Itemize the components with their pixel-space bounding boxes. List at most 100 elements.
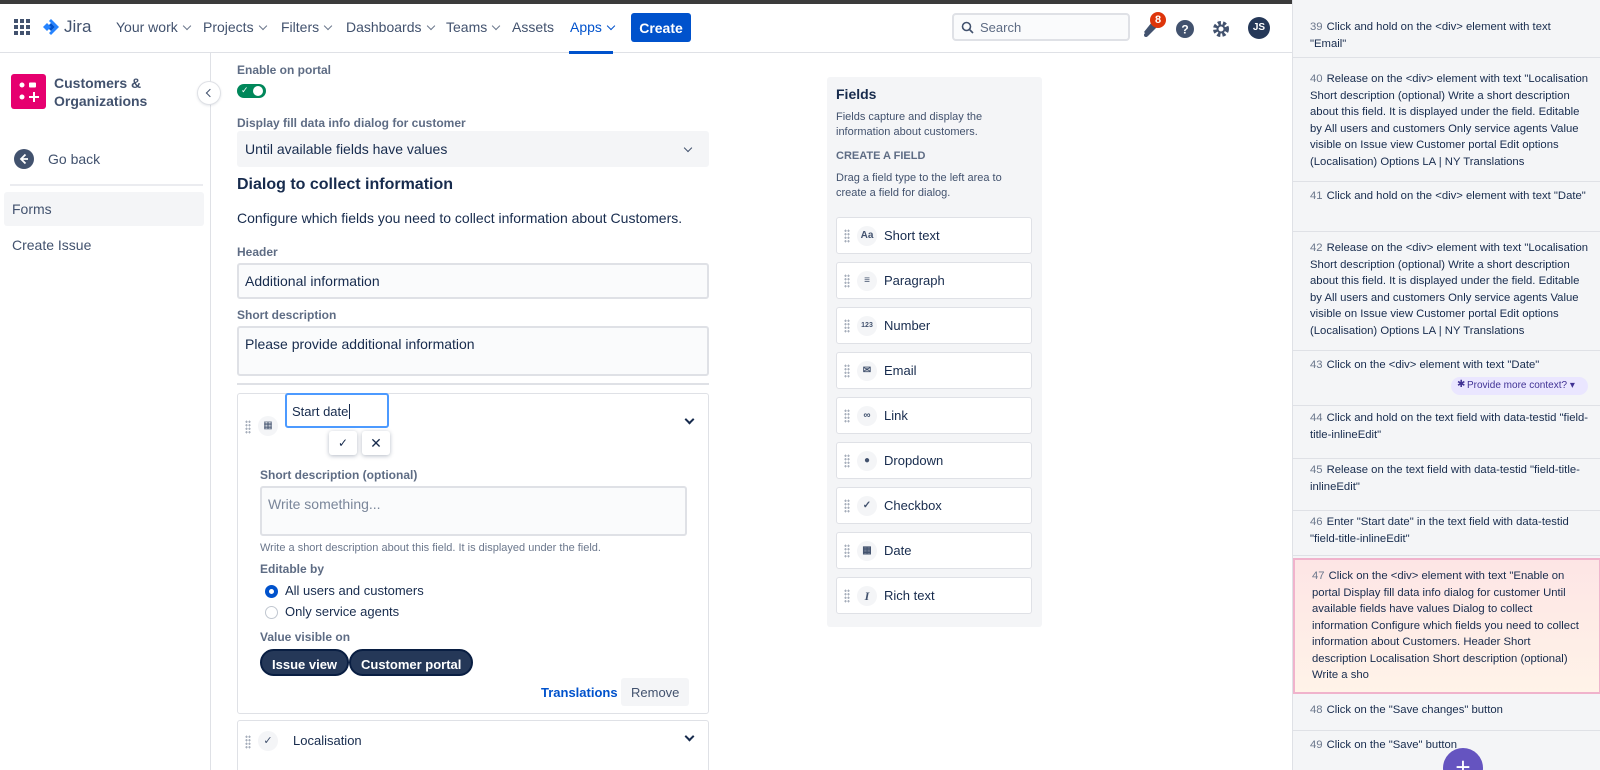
sidebar-item-create-issue[interactable]: Create Issue xyxy=(4,228,204,262)
project-sidebar: Customers & Organizations Go back Forms … xyxy=(0,53,211,770)
settings-gear-icon[interactable] xyxy=(1210,18,1232,40)
field-short-desc-input[interactable]: Write something... xyxy=(260,486,687,536)
card-title: Localisation xyxy=(293,733,362,748)
create-field-description: Drag a field type to the left area to cr… xyxy=(836,172,1002,199)
enable-portal-toggle[interactable]: ✓ xyxy=(237,84,266,98)
field-type-rich-text[interactable]: I Rich text xyxy=(836,577,1032,614)
divider xyxy=(237,383,709,385)
short-description-input[interactable]: Please provide additional information xyxy=(237,326,709,376)
confirm-check-button[interactable]: ✓ xyxy=(329,431,357,455)
step-number: 42 xyxy=(1310,242,1323,254)
step-item-active[interactable]: 47 Click on the <div> element with text "… xyxy=(1293,558,1600,694)
chevron-down-icon[interactable] xyxy=(684,414,695,425)
chevron-down-icon xyxy=(323,21,333,31)
drag-handle-icon[interactable] xyxy=(245,420,251,434)
drag-handle-icon xyxy=(844,229,850,243)
field-type-paragraph[interactable]: ≡ Paragraph xyxy=(836,262,1032,299)
help-icon[interactable]: ? xyxy=(1174,18,1196,40)
pill-customer-portal[interactable]: Customer portal xyxy=(349,649,474,676)
remove-button[interactable]: Remove xyxy=(621,678,689,706)
sidebar-item-forms[interactable]: Forms xyxy=(4,192,204,226)
radio-all-users[interactable] xyxy=(265,585,278,598)
dropdown-icon: ● xyxy=(857,451,877,471)
nav-label: Apps xyxy=(570,19,602,35)
drag-handle-icon[interactable] xyxy=(245,735,251,749)
provide-context-button[interactable]: ✱ Provide more context? ▾ xyxy=(1451,377,1588,395)
field-type-label: Short text xyxy=(884,228,940,243)
create-field-title: CREATE A FIELD xyxy=(836,150,926,162)
step-text: Click on the <div> element with text "Da… xyxy=(1326,359,1540,371)
field-type-dropdown[interactable]: ● Dropdown xyxy=(836,442,1032,479)
step-item[interactable]: 45 Release on the text field with data-te… xyxy=(1293,462,1600,511)
search-input[interactable]: Search xyxy=(952,13,1130,41)
step-number: 41 xyxy=(1310,190,1323,202)
check-icon: ✓ xyxy=(241,85,249,95)
chevron-down-icon xyxy=(491,21,501,31)
step-number: 48 xyxy=(1310,704,1323,716)
editable-by-label: Editable by xyxy=(260,562,325,576)
field-type-short-text[interactable]: Aa Short text xyxy=(836,217,1032,254)
nav-dashboards[interactable]: Dashboards xyxy=(346,19,435,35)
create-button[interactable]: Create xyxy=(631,13,691,42)
field-type-email[interactable]: ✉ Email xyxy=(836,352,1032,389)
header-input[interactable]: Additional information xyxy=(237,263,709,299)
step-text: Enter "Start date" in the text field wit… xyxy=(1310,516,1569,545)
search-placeholder: Search xyxy=(980,20,1022,35)
radio-label: All users and customers xyxy=(285,583,424,598)
app-switcher-icon[interactable] xyxy=(14,19,30,35)
svg-text:?: ? xyxy=(1181,23,1188,37)
nav-label: Dashboards xyxy=(346,19,422,35)
step-item[interactable]: 39 Click and hold on the <div> element wi… xyxy=(1293,19,1600,58)
step-item[interactable]: 40 Release on the <div> element with text… xyxy=(1293,71,1600,182)
chevron-down-icon xyxy=(426,21,435,31)
step-item[interactable]: 48 Click on the "Save changes" button xyxy=(1293,702,1600,731)
display-fill-select[interactable]: Until available fields have values xyxy=(237,131,709,167)
step-text: Release on the <div> element with text "… xyxy=(1310,73,1589,168)
field-type-date[interactable]: ▦ Date xyxy=(836,532,1032,569)
nav-apps[interactable]: Apps xyxy=(570,19,616,35)
rich-text-icon: I xyxy=(857,586,877,606)
close-icon: ✕ xyxy=(370,435,382,451)
drag-handle-icon xyxy=(844,454,850,468)
checkbox-icon: ✓ xyxy=(857,496,877,516)
radio-label: Only service agents xyxy=(285,604,400,619)
field-type-link[interactable]: ∞ Link xyxy=(836,397,1032,434)
avatar[interactable]: JS xyxy=(1248,17,1270,39)
enable-portal-label: Enable on portal xyxy=(237,63,332,77)
top-navigation: Jira Your work Projects Filters Dashboar… xyxy=(0,0,1292,54)
step-text: Click and hold on the <div> element with… xyxy=(1310,21,1551,50)
nav-filters[interactable]: Filters xyxy=(281,19,333,35)
field-type-label: Date xyxy=(884,543,912,558)
jira-wordmark[interactable]: Jira xyxy=(64,17,91,37)
step-number: 45 xyxy=(1310,464,1323,476)
cancel-close-button[interactable]: ✕ xyxy=(362,431,390,455)
field-title-inline-edit[interactable]: Start date xyxy=(285,393,389,428)
field-type-checkbox[interactable]: ✓ Checkbox xyxy=(836,487,1032,524)
drag-handle-icon xyxy=(844,319,850,333)
step-item[interactable]: 42 Release on the <div> element with text… xyxy=(1293,240,1600,351)
nav-projects[interactable]: Projects xyxy=(203,19,267,35)
fields-description: Fields capture and display the informati… xyxy=(836,111,983,138)
step-item[interactable]: 41 Click and hold on the <div> element wi… xyxy=(1293,188,1600,232)
field-card-localisation: ✓ Localisation xyxy=(237,720,709,770)
pill-issue-view[interactable]: Issue view xyxy=(260,649,350,676)
nav-assets[interactable]: Assets xyxy=(512,19,554,35)
placeholder-text: Write something... xyxy=(268,496,381,512)
nav-label: Projects xyxy=(203,19,254,35)
step-item[interactable]: 44 Click and hold on the text field with … xyxy=(1293,410,1600,459)
translations-link[interactable]: Translations xyxy=(541,685,618,700)
field-type-number[interactable]: 123 Number xyxy=(836,307,1032,344)
nav-teams[interactable]: Teams xyxy=(446,19,501,35)
go-back-link[interactable]: Go back xyxy=(14,148,204,170)
chevron-down-icon[interactable] xyxy=(684,731,695,742)
select-value: Until available fields have values xyxy=(245,141,448,157)
collapse-sidebar-button[interactable] xyxy=(198,82,220,104)
radio-service-agents[interactable] xyxy=(265,606,278,619)
nav-label: Your work xyxy=(116,19,178,35)
link-icon: ∞ xyxy=(857,406,877,426)
paragraph-icon: ≡ xyxy=(857,271,877,291)
field-type-label: Rich text xyxy=(884,588,935,603)
step-item[interactable]: 46 Enter "Start date" in the text field w… xyxy=(1293,514,1600,556)
nav-your-work[interactable]: Your work xyxy=(116,19,191,35)
jira-logo-icon[interactable] xyxy=(42,18,60,36)
